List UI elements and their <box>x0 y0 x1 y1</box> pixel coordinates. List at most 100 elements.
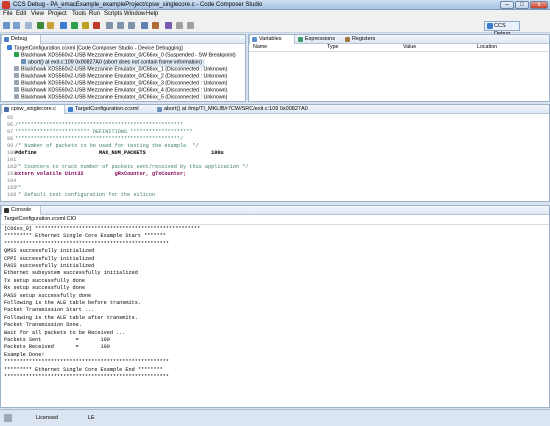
tree-item-label: Blackhawk XDS560v2-USB Mezzanine Emulato… <box>21 66 228 73</box>
menu-tools[interactable]: Tools <box>72 11 86 18</box>
tree-item-label: Blackhawk XDS560v2-USB Mezzanine Emulato… <box>21 87 228 94</box>
console-line: Rx setup successfully done <box>4 285 85 292</box>
column-value[interactable]: Value <box>403 44 416 51</box>
console-line: CPPI successfully initialized <box>4 255 95 262</box>
variables-view: Variables Expressions Registers Name Typ… <box>248 34 550 102</box>
code-line[interactable]: 104 <box>1 178 548 185</box>
code-text: * Default test configuration for the sil… <box>15 192 156 198</box>
console-line: Following is the ALE table before transm… <box>4 300 141 306</box>
menu-run[interactable]: Run <box>89 11 100 18</box>
console-line: ****************************************… <box>4 374 169 380</box>
forward-icon[interactable] <box>187 22 194 29</box>
tree-item-core-5[interactable]: Blackhawk XDS560v2-USB Mezzanine Emulato… <box>14 94 227 102</box>
code-line[interactable]: 98 **************************************… <box>1 136 548 143</box>
build-icon[interactable] <box>37 22 44 29</box>
tab-variables-label: Variables <box>259 36 282 42</box>
menu-file[interactable]: File <box>3 11 13 18</box>
tab-cpsw-singlecore[interactable]: cpsw_singlecore.c <box>1 105 65 114</box>
console-line: ********* Ethernet Single Core Example E… <box>4 366 163 373</box>
menu-project[interactable]: Project <box>48 11 67 18</box>
tree-item-label: abort() at exit.c:109 0x00827A0 (abort d… <box>28 59 203 66</box>
resume-icon[interactable] <box>71 22 78 29</box>
menu-window[interactable]: Window <box>124 11 145 18</box>
tab-debug[interactable]: Debug <box>1 35 41 44</box>
tree-item-label: Blackhawk XDS560v2-USB Mezzanine Emulato… <box>21 94 228 101</box>
console-line: Ethernet subsystem successfully initiali… <box>4 270 138 277</box>
new-icon[interactable] <box>3 22 10 29</box>
step-into-icon[interactable] <box>106 22 113 29</box>
code-line[interactable]: 95 <box>1 115 548 122</box>
tab-registers-label: Registers <box>352 36 376 42</box>
code-line[interactable]: 101 <box>1 157 548 164</box>
tab-console-label: Console <box>11 207 32 213</box>
fast-view-icon[interactable] <box>4 414 12 422</box>
code-text: /* Counters to track number of packets s… <box>15 164 249 170</box>
suspend-icon[interactable] <box>82 22 89 29</box>
save-icon[interactable] <box>13 22 20 29</box>
code-text: ************************ DEFINITIONS ***… <box>15 129 193 135</box>
tab-console[interactable]: Console <box>1 206 41 215</box>
back-icon[interactable] <box>176 22 183 29</box>
step-over-icon[interactable] <box>117 22 124 29</box>
console-line: Packet Transmission Start ... <box>4 307 95 314</box>
search-icon[interactable] <box>165 22 172 29</box>
variables-tabbar: Variables Expressions Registers <box>249 35 549 44</box>
variables-table-header: Name Type Value Location <box>249 44 549 52</box>
step-return-icon[interactable] <box>128 22 135 29</box>
editor-tab-label: TargetConfiguration.ccxml <box>75 106 139 112</box>
column-name[interactable]: Name <box>253 44 267 51</box>
column-type[interactable]: Type <box>327 44 338 51</box>
tab-variables[interactable]: Variables <box>249 35 295 44</box>
maximize-button[interactable]: □ <box>515 1 529 9</box>
menu-help[interactable]: Help <box>146 11 158 18</box>
code-text: #define MAX_NUM_PACKETS 100u <box>15 150 224 156</box>
tab-target-configuration[interactable]: TargetConfiguration.ccxml <box>66 105 154 114</box>
console-line: PASS setup successfully done <box>4 292 92 299</box>
console-icon <box>4 208 9 213</box>
tab-debug-label: Debug <box>11 36 28 42</box>
print-icon[interactable] <box>25 22 32 29</box>
minimize-button[interactable]: – <box>500 1 514 9</box>
console-line: Tx setup successfully done <box>4 277 85 284</box>
tree-item-label: Blackhawk XDS560v2-USB Mezzanine Emulato… <box>21 52 236 59</box>
line-number: 95 <box>7 115 14 121</box>
close-button[interactable]: x <box>530 1 548 9</box>
menu-edit[interactable]: Edit <box>16 11 26 18</box>
menu-view[interactable]: View <box>31 11 44 18</box>
debug-perspective-icon <box>487 23 493 29</box>
code-text: /* <box>15 185 22 191</box>
tab-expressions-label: Expressions <box>305 36 335 42</box>
cpu-core-icon <box>14 94 19 99</box>
code-line[interactable]: 106 * Default test configuration for the… <box>1 192 548 199</box>
license-mode: LE <box>88 415 95 421</box>
editor-area: cpsw_singlecore.c TargetConfiguration.cc… <box>0 104 550 202</box>
code-line[interactable]: 105/* <box>1 185 548 192</box>
restart-icon[interactable] <box>152 22 159 29</box>
tab-abort-exit[interactable]: abort() at /tmp/TI_MKLIB/r7CW/SRC/exit.c… <box>155 105 335 114</box>
console-line: PASS successfully initialized <box>4 263 95 269</box>
perspective-ccs-debug-button[interactable]: CCS Debug <box>484 21 520 37</box>
code-line[interactable]: 100 #define MAX_NUM_PACKETS 100u <box>1 150 548 157</box>
column-location[interactable]: Location <box>477 44 497 51</box>
reset-icon[interactable] <box>141 22 148 29</box>
connect-icon[interactable] <box>60 22 67 29</box>
console-tabbar: Console <box>1 206 549 215</box>
console-line: Packets Sent = 100 <box>4 337 110 343</box>
code-line[interactable]: 102/* Counters to track number of packet… <box>1 164 548 171</box>
terminate-icon[interactable] <box>93 22 100 29</box>
tab-expressions[interactable]: Expressions <box>296 35 342 44</box>
window-title: CCS Debug - PA_emacExample_exampleProjec… <box>13 2 263 8</box>
console-line: ****************************************… <box>4 359 169 366</box>
code-line[interactable]: 99/* Number of packets to be used for te… <box>1 143 548 150</box>
console-output[interactable]: [C66xx_0] ******************************… <box>1 224 549 408</box>
debug-icon[interactable] <box>47 22 54 29</box>
code-line[interactable]: 96/*************************************… <box>1 122 548 129</box>
code-line[interactable]: 103 extern volatile Uint32 gRxCounter, gT… <box>1 171 548 178</box>
code-line[interactable]: 97 ************************ DEFINITIONS *… <box>1 129 548 136</box>
console-line: [C66xx_0] ******************************… <box>4 226 201 232</box>
tab-registers[interactable]: Registers <box>343 35 387 44</box>
code-text: extern volatile Uint32 gRxCounter, gTxCo… <box>15 171 187 177</box>
cpu-core-icon <box>14 66 19 71</box>
menu-scripts[interactable]: Scripts <box>104 11 122 18</box>
stack-frame-icon <box>21 59 26 64</box>
